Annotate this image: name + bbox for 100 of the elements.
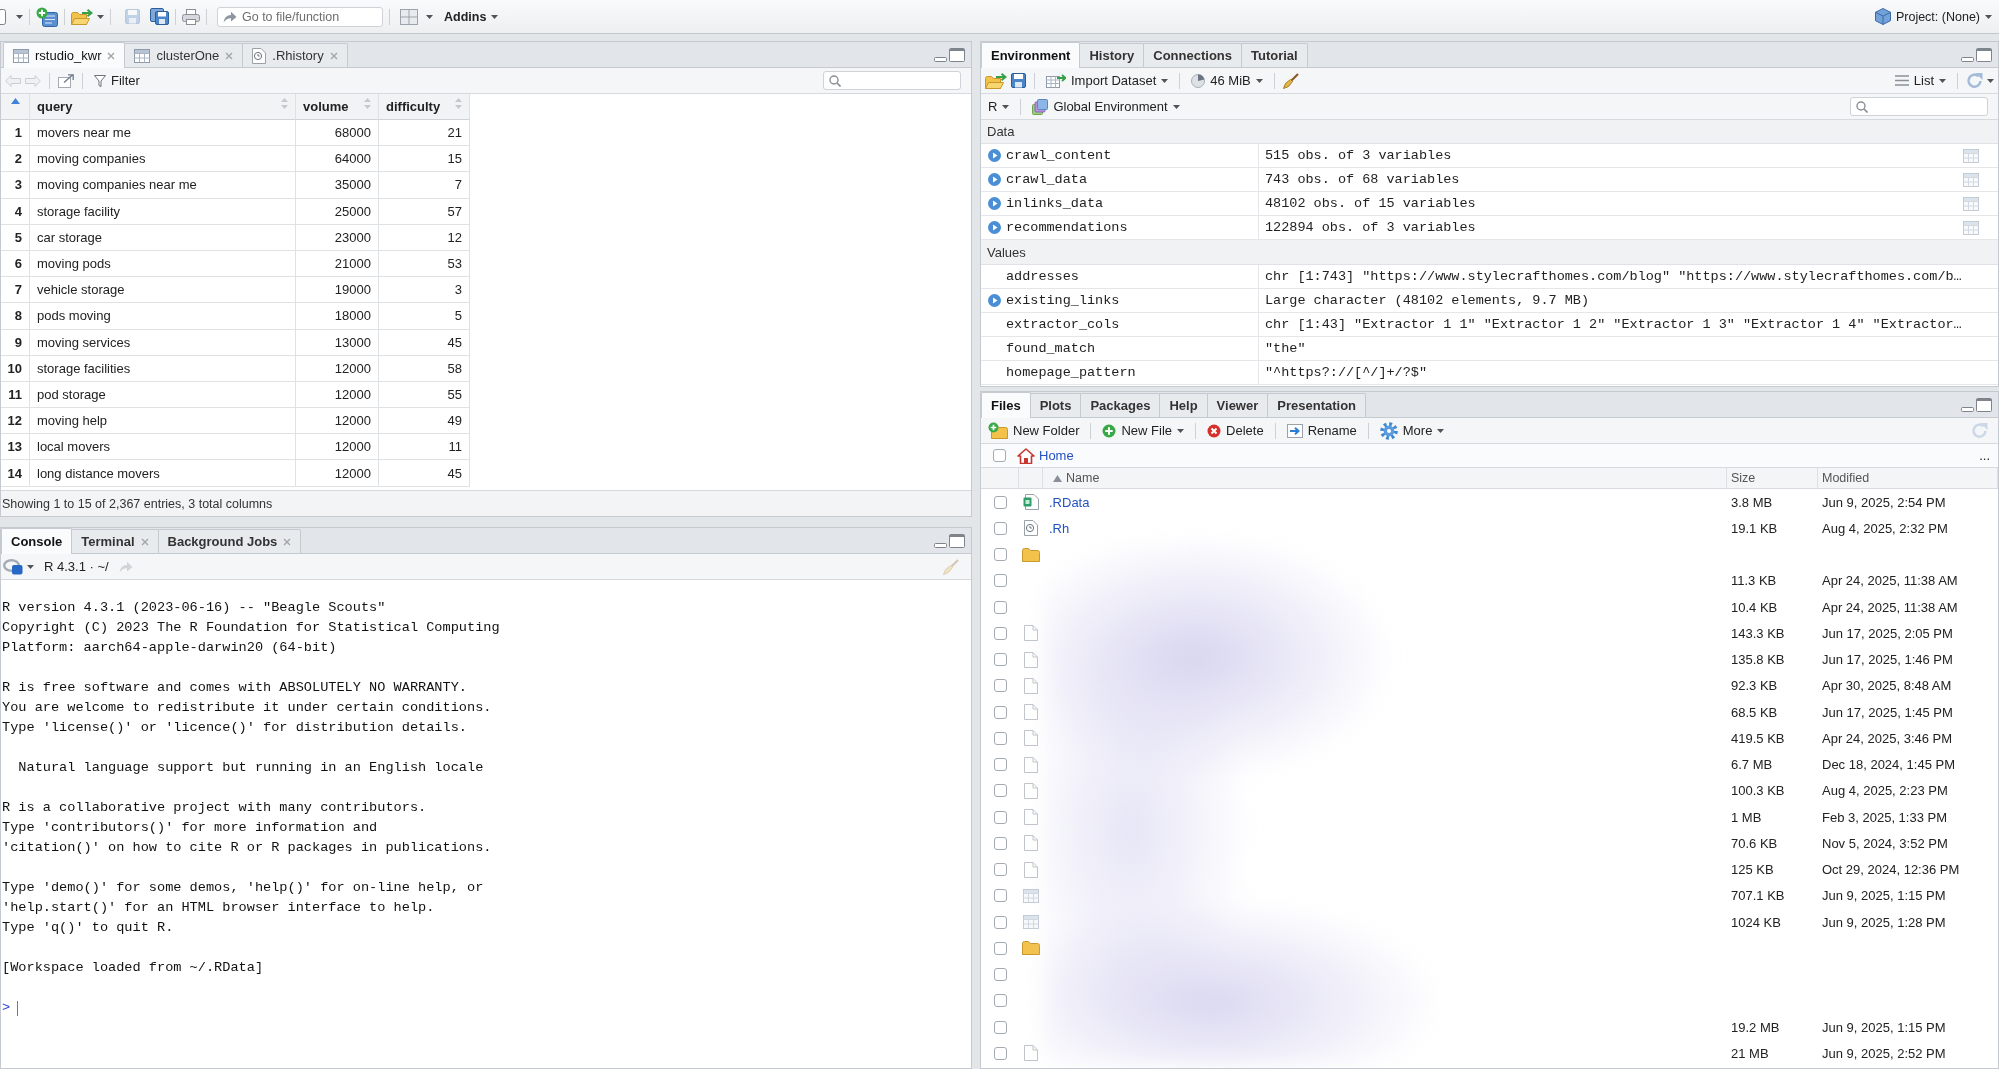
- grid-icon[interactable]: [400, 8, 418, 25]
- new-folder-button[interactable]: New Folder: [985, 419, 1083, 442]
- tab[interactable]: Packages: [1080, 393, 1161, 417]
- import-dataset-button[interactable]: Import Dataset: [1043, 69, 1172, 92]
- checkbox[interactable]: [993, 915, 1007, 929]
- caret-icon[interactable]: [27, 564, 34, 569]
- caret-icon[interactable]: [16, 14, 23, 19]
- broom-icon[interactable]: [1282, 72, 1299, 89]
- checkbox[interactable]: [993, 758, 1007, 772]
- checkbox[interactable]: [993, 810, 1007, 824]
- view-mode-button[interactable]: List: [1891, 69, 1949, 92]
- refresh-icon[interactable]: [1971, 422, 1988, 439]
- checkbox[interactable]: [993, 784, 1007, 798]
- table-icon[interactable]: [1963, 196, 1979, 211]
- column-header[interactable]: difficulty: [379, 94, 470, 120]
- file-link[interactable]: .Rh: [1049, 520, 1070, 536]
- maximize-icon[interactable]: [949, 47, 965, 62]
- logo-icon[interactable]: [3, 558, 23, 575]
- project-menu-button[interactable]: Project: (None): [1871, 5, 1995, 28]
- checkbox[interactable]: [993, 731, 1007, 745]
- minimize-icon[interactable]: [934, 542, 947, 548]
- column-header[interactable]: Modified: [1818, 468, 1998, 488]
- close-icon[interactable]: [225, 51, 234, 60]
- play-circle-icon[interactable]: [988, 173, 1001, 187]
- tab[interactable]: Console: [1, 528, 73, 554]
- tab[interactable]: Tutorial: [1241, 43, 1308, 67]
- checkbox[interactable]: [993, 863, 1007, 877]
- checkbox[interactable]: [993, 495, 1007, 509]
- tab[interactable]: Terminal: [71, 529, 159, 553]
- column-header[interactable]: query: [30, 94, 296, 120]
- tab[interactable]: History: [1079, 43, 1145, 67]
- checkbox[interactable]: [993, 626, 1007, 640]
- checkbox[interactable]: [993, 653, 1007, 667]
- home-icon[interactable]: [1017, 447, 1035, 464]
- checkbox[interactable]: [993, 994, 1007, 1008]
- tab[interactable]: Plots: [1029, 393, 1082, 417]
- new-file-button[interactable]: New File: [1099, 419, 1188, 442]
- caret-icon[interactable]: [1987, 78, 1994, 83]
- close-icon[interactable]: [283, 537, 292, 546]
- table-icon[interactable]: [1963, 220, 1979, 235]
- more-button[interactable]: More: [1376, 419, 1448, 442]
- maximize-icon[interactable]: [1976, 47, 1992, 62]
- folder-arrow-icon[interactable]: [71, 8, 93, 25]
- overflow-menu[interactable]: ...: [1979, 448, 1990, 463]
- tab[interactable]: .Rhistory: [242, 43, 348, 67]
- checkbox[interactable]: [993, 679, 1007, 693]
- checkbox[interactable]: [993, 1020, 1007, 1034]
- minimize-icon[interactable]: [1961, 56, 1974, 62]
- checkbox[interactable]: [993, 941, 1007, 955]
- popout-icon[interactable]: [58, 73, 74, 88]
- rename-button[interactable]: Rename: [1283, 419, 1360, 442]
- table-icon[interactable]: [1963, 148, 1979, 163]
- checkbox[interactable]: [992, 449, 1006, 462]
- tab[interactable]: Environment: [981, 42, 1081, 68]
- environment-menu-button[interactable]: Global Environment: [1029, 95, 1183, 118]
- column-header[interactable]: [1, 94, 30, 120]
- maximize-icon[interactable]: [949, 533, 965, 548]
- breadcrumb-link[interactable]: Home: [1039, 448, 1074, 463]
- column-header[interactable]: volume: [296, 94, 379, 120]
- close-icon[interactable]: [329, 51, 338, 60]
- checkbox[interactable]: [993, 889, 1007, 903]
- tab[interactable]: Viewer: [1206, 393, 1269, 417]
- search-field[interactable]: [823, 71, 961, 90]
- play-circle-icon[interactable]: [988, 293, 1001, 307]
- checkbox[interactable]: [993, 600, 1007, 614]
- tab[interactable]: Connections: [1143, 43, 1242, 67]
- tab[interactable]: Presentation: [1267, 393, 1367, 417]
- maximize-icon[interactable]: [1976, 397, 1992, 412]
- console-input[interactable]: >: [2, 998, 971, 1018]
- checkbox[interactable]: [993, 548, 1007, 562]
- memory-usage-button[interactable]: 46 MiB: [1188, 69, 1266, 92]
- search-field[interactable]: [1850, 97, 1988, 116]
- printer-icon[interactable]: [182, 8, 200, 25]
- minimize-icon[interactable]: [934, 56, 947, 62]
- language-menu-button[interactable]: R: [985, 95, 1013, 118]
- addins-menu-button[interactable]: Addins: [441, 5, 502, 28]
- caret-icon[interactable]: [97, 14, 104, 19]
- delete-button[interactable]: Delete: [1204, 419, 1267, 442]
- folder-arrow-icon[interactable]: [985, 72, 1007, 89]
- checkbox[interactable]: [993, 968, 1007, 982]
- column-header[interactable]: Size: [1727, 468, 1818, 488]
- tab[interactable]: clusterOne: [124, 43, 244, 67]
- floppy-disks-icon[interactable]: [150, 8, 169, 25]
- file-link[interactable]: .RData: [1049, 494, 1090, 510]
- close-icon[interactable]: [107, 51, 116, 60]
- goto-field[interactable]: Go to file/function: [217, 6, 383, 27]
- play-circle-icon[interactable]: [988, 221, 1001, 235]
- plus-cube-icon[interactable]: [36, 6, 58, 27]
- tab[interactable]: Background Jobs: [157, 529, 302, 553]
- checkbox[interactable]: [993, 521, 1007, 535]
- arrow-icon[interactable]: [118, 560, 133, 573]
- checkbox[interactable]: [993, 836, 1007, 850]
- checkbox[interactable]: [993, 705, 1007, 719]
- play-circle-icon[interactable]: [988, 197, 1001, 211]
- filter-button[interactable]: Filter: [91, 69, 143, 92]
- tab[interactable]: Help: [1159, 393, 1208, 417]
- partial-icon[interactable]: [0, 8, 6, 25]
- checkbox[interactable]: [993, 574, 1007, 588]
- tab[interactable]: Files: [981, 392, 1031, 418]
- table-icon[interactable]: [1963, 172, 1979, 187]
